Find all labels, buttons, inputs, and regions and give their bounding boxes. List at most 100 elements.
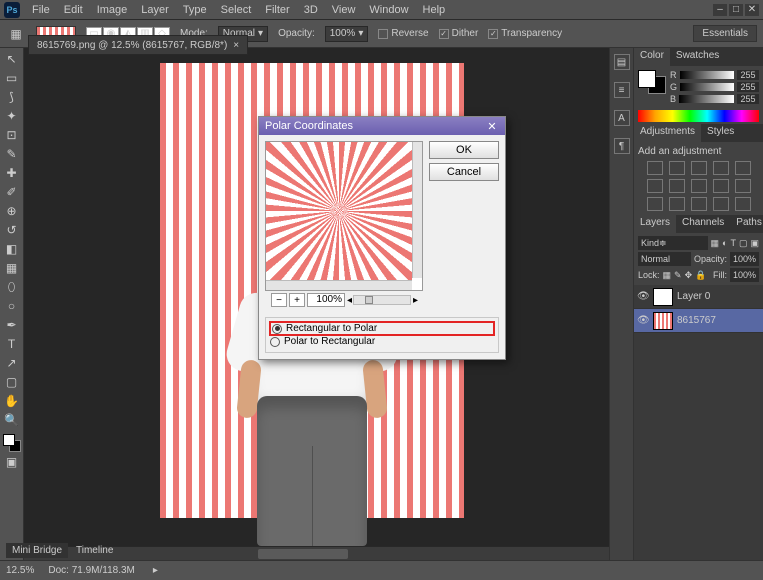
menu-layer[interactable]: Layer [135,2,175,18]
layer-name[interactable]: 8615767 [677,315,716,326]
menu-view[interactable]: View [326,2,362,18]
opacity-field[interactable]: 100%▾ [325,26,369,42]
brightness-icon[interactable] [647,161,663,175]
gradient-map-icon[interactable] [713,197,729,211]
ok-button[interactable]: OK [429,141,499,159]
menu-edit[interactable]: Edit [58,2,89,18]
color-spectrum[interactable] [638,110,759,122]
zoom-level[interactable]: 12.5% [6,565,34,576]
document-tab-close-icon[interactable]: × [233,40,239,51]
polar-to-rectangular-option[interactable]: Polar to Rectangular [270,335,494,348]
r-slider[interactable] [680,71,735,79]
menu-select[interactable]: Select [215,2,258,18]
g-value[interactable]: 255 [737,82,759,92]
visibility-toggle-icon[interactable]: 👁 [637,291,649,302]
hand-tool[interactable]: ✋ [2,392,22,410]
lock-position-icon[interactable]: ✥ [685,270,693,281]
tab-adjustments[interactable]: Adjustments [634,124,701,142]
rectangular-to-polar-option[interactable]: Rectangular to Polar [270,322,494,335]
channel-mixer-icon[interactable] [713,179,729,193]
lasso-tool[interactable]: ⟆ [2,88,22,106]
layer-filter-kind[interactable]: Kind ≑ [638,236,708,250]
filter-preview[interactable] [265,141,423,291]
marquee-tool[interactable]: ▭ [2,69,22,87]
lock-all-icon[interactable]: 🔒 [695,270,706,281]
filter-type-icon[interactable]: T [730,238,736,248]
selective-icon[interactable] [735,197,751,211]
preview-scrollbar-vertical[interactable] [412,142,422,278]
transparency-checkbox[interactable]: ✓Transparency [488,28,562,39]
tab-swatches[interactable]: Swatches [670,48,725,66]
document-info[interactable]: Doc: 71.9M/118.3M [48,565,135,576]
tab-paths[interactable]: Paths [730,215,763,233]
r-value[interactable]: 255 [737,70,759,80]
gradient-tool[interactable]: ▦ [2,259,22,277]
zoom-out-button[interactable]: − [271,293,287,307]
menu-help[interactable]: Help [417,2,452,18]
zoom-value-field[interactable]: 100% [307,293,345,307]
photo-filter-icon[interactable] [691,179,707,193]
blur-tool[interactable]: ⬯ [2,278,22,296]
filter-pixel-icon[interactable]: ▦ [711,238,720,249]
filter-smart-icon[interactable]: ▣ [750,238,759,249]
color-picker[interactable] [3,434,21,452]
character-panel-icon[interactable]: A [614,110,630,126]
zoom-tool[interactable]: 🔍 [2,411,22,429]
menu-window[interactable]: Window [363,2,414,18]
menu-type[interactable]: Type [177,2,213,18]
crop-tool[interactable]: ⊡ [2,126,22,144]
menu-3d[interactable]: 3D [298,2,324,18]
threshold-icon[interactable] [691,197,707,211]
lut-icon[interactable] [735,179,751,193]
layer-fill-field[interactable]: 100% [730,268,759,282]
document-tab[interactable]: 8615769.png @ 12.5% (8615767, RGB/8*) × [28,35,248,55]
invert-icon[interactable] [647,197,663,211]
visibility-toggle-icon[interactable]: 👁 [637,315,649,326]
layer-row[interactable]: 👁 8615767 [634,309,763,333]
menu-filter[interactable]: Filter [259,2,295,18]
dither-checkbox[interactable]: ✓Dither [439,28,479,39]
window-close-button[interactable]: ✕ [745,4,759,16]
pen-tool[interactable]: ✒ [2,316,22,334]
quickmask-toggle[interactable]: ▣ [2,453,22,471]
filter-adj-icon[interactable]: ◐ [722,238,727,248]
fg-bg-swatch[interactable] [638,70,666,94]
path-tool[interactable]: ↗ [2,354,22,372]
layer-row[interactable]: 👁 Layer 0 [634,285,763,309]
history-brush-tool[interactable]: ↺ [2,221,22,239]
filter-shape-icon[interactable]: ▢ [739,238,748,249]
zoom-in-button[interactable]: + [289,293,305,307]
mini-bridge-tab[interactable]: Mini Bridge [6,543,68,558]
exposure-icon[interactable] [713,161,729,175]
dialog-titlebar[interactable]: Polar Coordinates ✕ [259,117,505,135]
layer-opacity-field[interactable]: 100% [730,252,759,266]
type-tool[interactable]: T [2,335,22,353]
curves-icon[interactable] [691,161,707,175]
window-minimize-button[interactable]: ‒ [713,4,727,16]
bw-icon[interactable] [669,179,685,193]
layer-name[interactable]: Layer 0 [677,291,710,302]
eyedropper-tool[interactable]: ✎ [2,145,22,163]
workspace-switcher[interactable]: Essentials [693,25,757,42]
reverse-checkbox[interactable]: Reverse [378,28,428,39]
shape-tool[interactable]: ▢ [2,373,22,391]
history-panel-icon[interactable]: ▤ [614,54,630,70]
dodge-tool[interactable]: ○ [2,297,22,315]
b-slider[interactable] [679,95,734,103]
levels-icon[interactable] [669,161,685,175]
menu-image[interactable]: Image [91,2,134,18]
tab-styles[interactable]: Styles [701,124,740,142]
tab-channels[interactable]: Channels [676,215,730,233]
g-slider[interactable] [680,83,734,91]
wand-tool[interactable]: ✦ [2,107,22,125]
dialog-close-button[interactable]: ✕ [485,119,499,133]
window-maximize-button[interactable]: □ [729,4,743,16]
vibrance-icon[interactable] [735,161,751,175]
stamp-tool[interactable]: ⊕ [2,202,22,220]
b-value[interactable]: 255 [737,94,759,104]
paragraph-panel-icon[interactable]: ¶ [614,138,630,154]
blend-mode-select[interactable]: Normal [638,252,691,266]
tab-color[interactable]: Color [634,48,670,66]
zoom-slider[interactable] [353,295,411,305]
menu-file[interactable]: File [26,2,56,18]
